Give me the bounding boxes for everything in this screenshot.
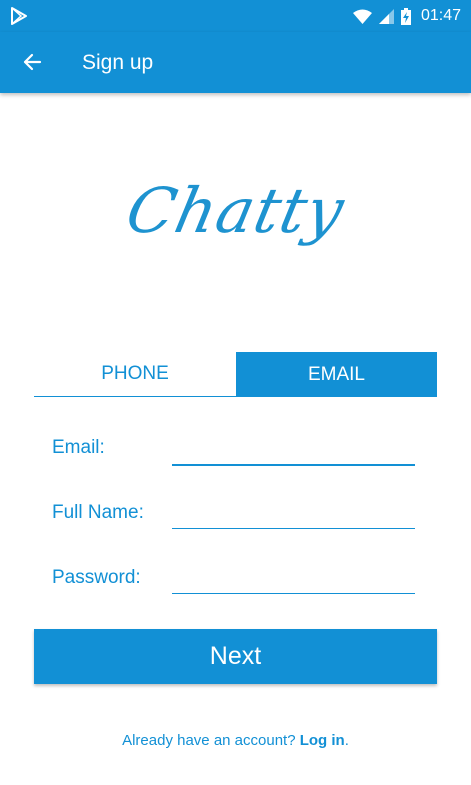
email-row: Email: (52, 437, 417, 477)
password-row: Password: (52, 567, 417, 607)
signup-method-tabs: PHONE EMAIL (34, 352, 437, 398)
full-name-label: Full Name: (52, 502, 144, 523)
arrow-left-icon (23, 53, 42, 71)
full-name-field[interactable] (172, 502, 415, 534)
full-name-field-underline (172, 528, 415, 529)
signal-icon (378, 8, 394, 24)
status-bar: 01:47 (0, 0, 471, 32)
email-label: Email: (52, 437, 105, 458)
login-prompt-suffix: . (344, 732, 349, 749)
email-field-underline (172, 464, 415, 466)
play-store-icon (11, 7, 27, 25)
back-button[interactable] (14, 44, 50, 80)
wifi-icon (352, 9, 372, 24)
login-link[interactable]: Log in (300, 732, 345, 749)
logo-text: Chatty (120, 173, 351, 247)
password-label: Password: (52, 567, 141, 588)
login-prompt: Already have an account? Log in. (0, 732, 471, 749)
status-time: 01:47 (420, 7, 461, 24)
tab-phone[interactable]: PHONE (34, 352, 236, 397)
page-title: Sign up (82, 51, 154, 74)
app-bar: Sign up (0, 32, 471, 93)
tab-email[interactable]: EMAIL (236, 352, 437, 397)
status-icons: 01:47 (352, 0, 461, 32)
app-logo: Chatty (0, 150, 471, 270)
login-prompt-text: Already have an account? (122, 732, 300, 749)
next-button[interactable]: Next (34, 629, 437, 684)
full-name-row: Full Name: (52, 502, 417, 542)
password-field-underline (172, 593, 415, 594)
battery-charging-icon (400, 7, 411, 25)
password-field[interactable] (172, 567, 415, 599)
